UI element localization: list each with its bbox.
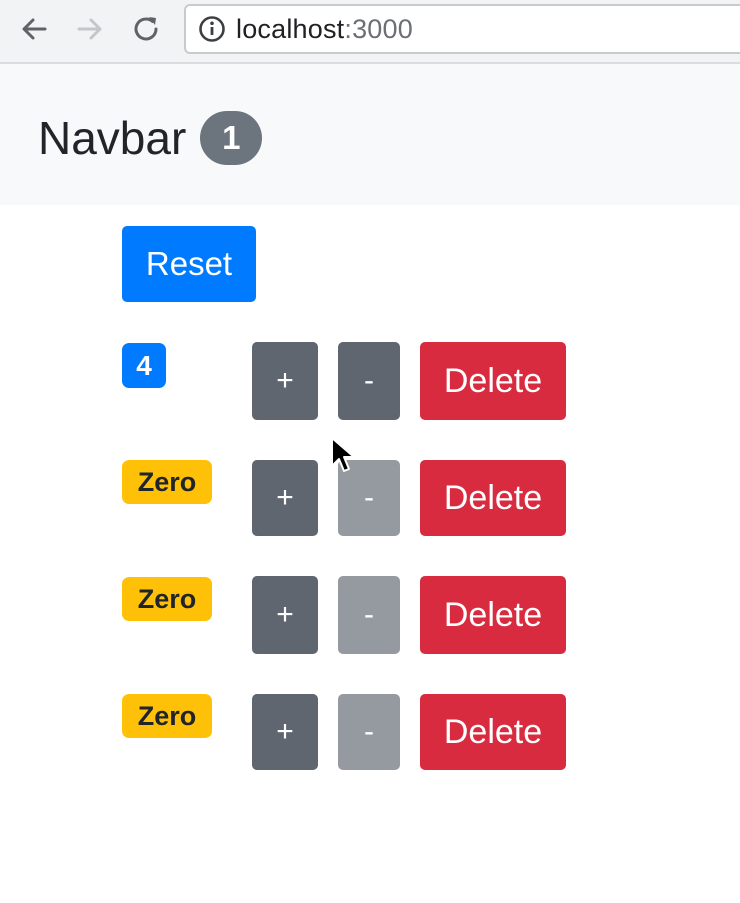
info-icon [199,16,225,42]
delete-button[interactable]: Delete [420,694,566,770]
mouse-cursor-icon [331,437,355,472]
url-text: localhost:3000 [236,13,413,44]
reload-button[interactable] [129,12,163,46]
counter-value-badge: Zero [122,694,212,738]
increment-button[interactable]: + [252,576,318,654]
browser-toolbar: localhost:3000 [0,0,740,64]
delete-button[interactable]: Delete [420,342,566,420]
increment-button[interactable]: + [252,460,318,536]
forward-button[interactable] [73,12,107,46]
navbar-brand[interactable]: Navbar 1 [38,110,263,165]
increment-button[interactable]: + [252,342,318,420]
forward-arrow-icon [77,18,102,40]
delete-button[interactable]: Delete [420,576,566,654]
back-arrow-icon [22,18,47,40]
navbar-brand-text: Navbar [38,111,187,164]
increment-button[interactable]: + [252,694,318,770]
decrement-button[interactable]: - [338,576,400,654]
counter-value-badge: Zero [122,577,212,621]
decrement-button[interactable]: - [338,694,400,770]
delete-button[interactable]: Delete [420,460,566,536]
reload-icon [134,17,158,41]
counter-value-badge: 4 [122,343,166,388]
total-count-badge: 1 [200,110,263,165]
decrement-button[interactable]: - [338,342,400,420]
navbar: Navbar 1 [0,64,740,205]
reset-button[interactable]: Reset [122,226,256,302]
address-bar[interactable]: localhost:3000 [184,4,740,54]
back-button[interactable] [17,12,51,46]
counter-value-badge: Zero [122,460,212,504]
